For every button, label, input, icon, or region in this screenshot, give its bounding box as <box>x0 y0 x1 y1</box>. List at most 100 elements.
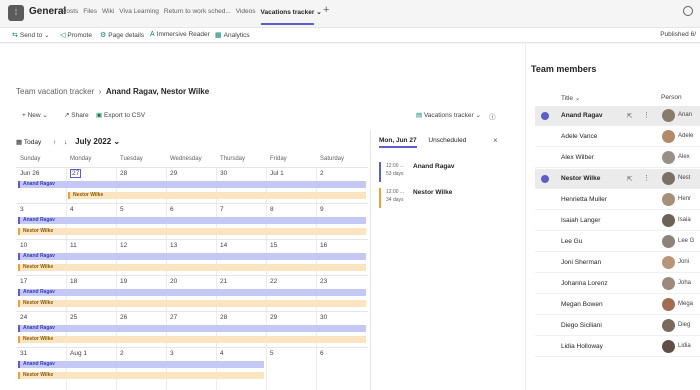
list-item[interactable]: Alex Wilber Alex <box>535 148 700 168</box>
checked-icon[interactable] <box>541 112 549 120</box>
day-number[interactable]: 6 <box>320 350 324 357</box>
day-number-selected[interactable]: 27 <box>70 169 82 178</box>
open-icon[interactable]: ⇱ <box>627 112 632 120</box>
list-item[interactable]: Henrietta Muller Henr <box>535 190 700 210</box>
tab-vacations-tracker[interactable]: Vacations tracker ⌄ <box>260 8 322 25</box>
day-number[interactable]: 11 <box>70 242 77 249</box>
day-number[interactable]: 5 <box>120 206 124 213</box>
column-title[interactable]: Title ⌄ <box>561 94 580 102</box>
tab-videos[interactable]: Videos <box>236 8 256 16</box>
event-bar-nestor[interactable]: Nestor Wilke <box>68 192 366 199</box>
list-item[interactable]: Johanna Lorenz Joha <box>535 274 700 294</box>
tab-return-to-work[interactable]: Return to work sched... <box>164 8 231 16</box>
day-number[interactable]: 10 <box>20 242 27 249</box>
panel-event-anand[interactable]: 12:00 ... 53 days Anand Ragav <box>379 162 519 182</box>
day-number[interactable]: 29 <box>270 314 277 321</box>
day-number[interactable]: Jul 1 <box>270 170 284 177</box>
day-number[interactable]: 3 <box>20 206 24 213</box>
panel-event-nestor[interactable]: 12:00 ... 34 days Nestor Wilke <box>379 188 519 208</box>
event-bar-anand[interactable]: Anand Ragav <box>18 253 366 260</box>
tab-viva-learning[interactable]: Viva Learning <box>119 8 159 16</box>
list-item[interactable]: Lee Gu Lee G <box>535 232 700 252</box>
day-number[interactable]: 8 <box>270 206 274 213</box>
day-number[interactable]: Jun 26 <box>20 170 40 177</box>
day-number[interactable]: 22 <box>270 278 277 285</box>
day-number[interactable]: 30 <box>220 170 227 177</box>
event-bar-anand[interactable]: Anand Ragav <box>18 217 366 224</box>
event-bar-anand[interactable]: Anand Ragav <box>18 361 264 368</box>
day-number[interactable]: 31 <box>20 350 27 357</box>
day-number[interactable]: 20 <box>170 278 177 285</box>
day-number[interactable]: 13 <box>170 242 177 249</box>
arrow-up-icon[interactable]: ↑ <box>53 139 56 146</box>
list-item[interactable]: Diego Siciliani Dieg <box>535 316 700 336</box>
day-number[interactable]: 25 <box>70 314 77 321</box>
day-number[interactable]: 28 <box>120 170 127 177</box>
event-bar-anand[interactable]: Anand Ragav <box>18 325 366 332</box>
day-number[interactable]: 23 <box>320 278 327 285</box>
breadcrumb-parent[interactable]: Team vacation tracker <box>16 87 94 96</box>
list-item[interactable]: Joni Sherman Joni <box>535 253 700 273</box>
export-csv-button[interactable]: ▣ Export to CSV <box>96 111 145 119</box>
send-to-button[interactable]: ⇆ Send to ⌄ <box>12 31 50 40</box>
day-number[interactable]: 12 <box>120 242 127 249</box>
day-number[interactable]: 4 <box>70 206 74 213</box>
more-icon[interactable]: ⋮ <box>643 174 650 182</box>
list-item[interactable]: Nestor Wilke ⇱ ⋮ Nest <box>535 169 700 189</box>
event-bar-nestor[interactable]: Nestor Wilke <box>18 300 366 307</box>
open-icon[interactable]: ⇱ <box>627 175 632 183</box>
tab-selected-date[interactable]: Mon, Jun 27 <box>379 137 417 148</box>
day-number[interactable]: Aug 1 <box>70 350 87 357</box>
day-number[interactable]: 28 <box>220 314 227 321</box>
event-bar-anand[interactable]: Anand Ragav <box>18 181 366 188</box>
team-icon[interactable]: ⁞ <box>8 5 24 21</box>
analytics-button[interactable]: ▦ Analytics <box>215 31 250 40</box>
list-item[interactable]: Adele Vance Adele <box>535 127 700 147</box>
tab-wiki[interactable]: Wiki <box>102 8 114 16</box>
day-number[interactable]: 2 <box>120 350 124 357</box>
refresh-icon[interactable] <box>683 6 693 16</box>
new-button[interactable]: + New ⌄ <box>22 111 48 119</box>
day-number[interactable]: 21 <box>220 278 227 285</box>
event-bar-nestor[interactable]: Nestor Wilke <box>18 372 264 379</box>
list-item[interactable]: Lidia Holloway Lidia <box>535 337 700 357</box>
immersive-reader-button[interactable]: A Immersive Reader <box>150 31 210 38</box>
day-number[interactable]: 16 <box>320 242 327 249</box>
share-button[interactable]: ↗ Share <box>64 111 89 119</box>
tab-files[interactable]: Files <box>83 8 97 16</box>
view-selector[interactable]: ▤ Vacations tracker ⌄ <box>416 111 481 119</box>
day-number[interactable]: 6 <box>170 206 174 213</box>
day-number[interactable]: 27 <box>170 314 177 321</box>
list-item[interactable]: Anand Ragav ⇱ ⋮ Anan <box>535 106 700 126</box>
day-number[interactable]: 2 <box>320 170 324 177</box>
info-icon[interactable]: ⓘ <box>489 111 496 121</box>
list-item[interactable]: Megan Bowen Mega <box>535 295 700 315</box>
day-number[interactable]: 26 <box>120 314 127 321</box>
checked-icon[interactable] <box>541 175 549 183</box>
close-icon[interactable]: × <box>493 136 498 145</box>
day-number[interactable]: 14 <box>220 242 227 249</box>
day-number[interactable]: 24 <box>20 314 27 321</box>
day-number[interactable]: 30 <box>320 314 327 321</box>
day-number[interactable]: 7 <box>220 206 224 213</box>
column-person[interactable]: Person <box>661 94 682 101</box>
day-number[interactable]: 29 <box>170 170 177 177</box>
arrow-down-icon[interactable]: ↓ <box>64 139 67 146</box>
event-bar-nestor[interactable]: Nestor Wilke <box>18 336 366 343</box>
day-number[interactable]: 18 <box>70 278 77 285</box>
list-item[interactable]: Isaiah Langer Isaia <box>535 211 700 231</box>
day-number[interactable]: 19 <box>120 278 127 285</box>
day-number[interactable]: 5 <box>270 350 274 357</box>
day-number[interactable]: 3 <box>170 350 174 357</box>
day-number[interactable]: 9 <box>320 206 324 213</box>
event-bar-nestor[interactable]: Nestor Wilke <box>18 228 366 235</box>
day-number[interactable]: 4 <box>220 350 224 357</box>
more-icon[interactable]: ⋮ <box>643 111 650 119</box>
today-button[interactable]: ▦ Today <box>16 139 41 146</box>
day-number[interactable]: 17 <box>20 278 27 285</box>
day-number[interactable]: 15 <box>270 242 277 249</box>
add-tab-icon[interactable]: + <box>323 4 329 16</box>
event-bar-nestor[interactable]: Nestor Wilke <box>18 264 366 271</box>
tab-unscheduled[interactable]: Unscheduled <box>428 137 466 144</box>
tab-posts[interactable]: Posts <box>62 8 78 16</box>
